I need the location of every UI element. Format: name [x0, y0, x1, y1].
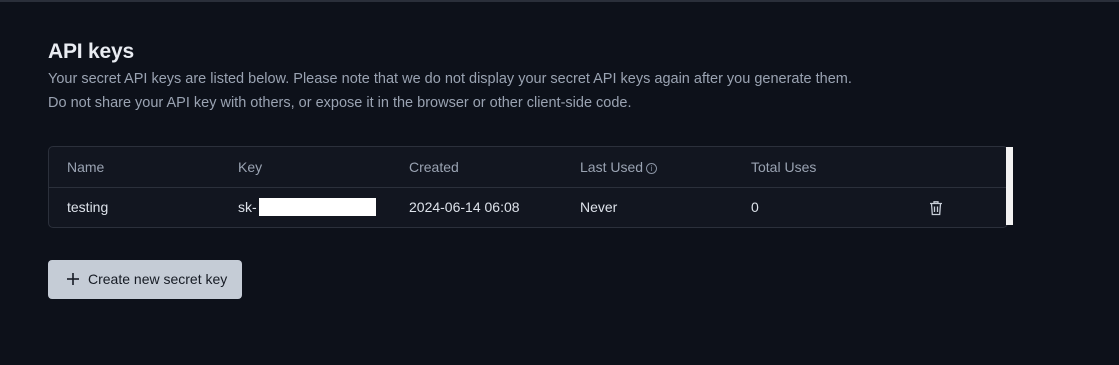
total-uses-cell: 0 [751, 199, 759, 215]
created-cell: 2024-06-14 06:08 [409, 199, 520, 215]
last-used-cell: Never [580, 199, 618, 215]
column-header-total-uses: Total Uses [751, 159, 817, 175]
column-header-created: Created [409, 159, 459, 175]
key-name-cell: testing [67, 199, 109, 215]
key-prefix: sk- [238, 199, 257, 215]
table-header-row: Name Key Created Last Used i Total Uses [49, 147, 1007, 188]
page-description: Your secret API keys are listed below. P… [48, 67, 1028, 115]
column-header-name: Name [67, 159, 105, 175]
redacted-key-block [258, 198, 376, 217]
create-button-label: Create new secret key [88, 271, 228, 287]
description-line-1: Your secret API keys are listed below. P… [48, 71, 852, 87]
page-title: API keys [48, 40, 134, 63]
api-keys-table: Name Key Created Last Used i Total Uses t… [48, 146, 1008, 228]
plus-icon [67, 273, 79, 285]
column-header-key: Key [238, 159, 263, 175]
top-border [0, 0, 1119, 2]
table-row: testing sk- 2024-06-14 06:08 Never 0 [49, 187, 1007, 227]
column-header-last-used: Last Used i [580, 147, 658, 187]
api-keys-section: API keys Your secret API keys are listed… [48, 38, 1028, 299]
key-value-cell: sk- [238, 187, 376, 227]
description-line-2: Do not share your API key with others, o… [48, 95, 632, 111]
column-header-last-used-label: Last Used [580, 159, 644, 175]
info-icon[interactable]: i [646, 163, 658, 174]
delete-key-cell [929, 187, 947, 227]
trash-icon[interactable] [929, 191, 947, 216]
create-new-secret-key-button[interactable]: Create new secret key [48, 260, 242, 299]
table-scrollbar[interactable] [1006, 147, 1013, 225]
